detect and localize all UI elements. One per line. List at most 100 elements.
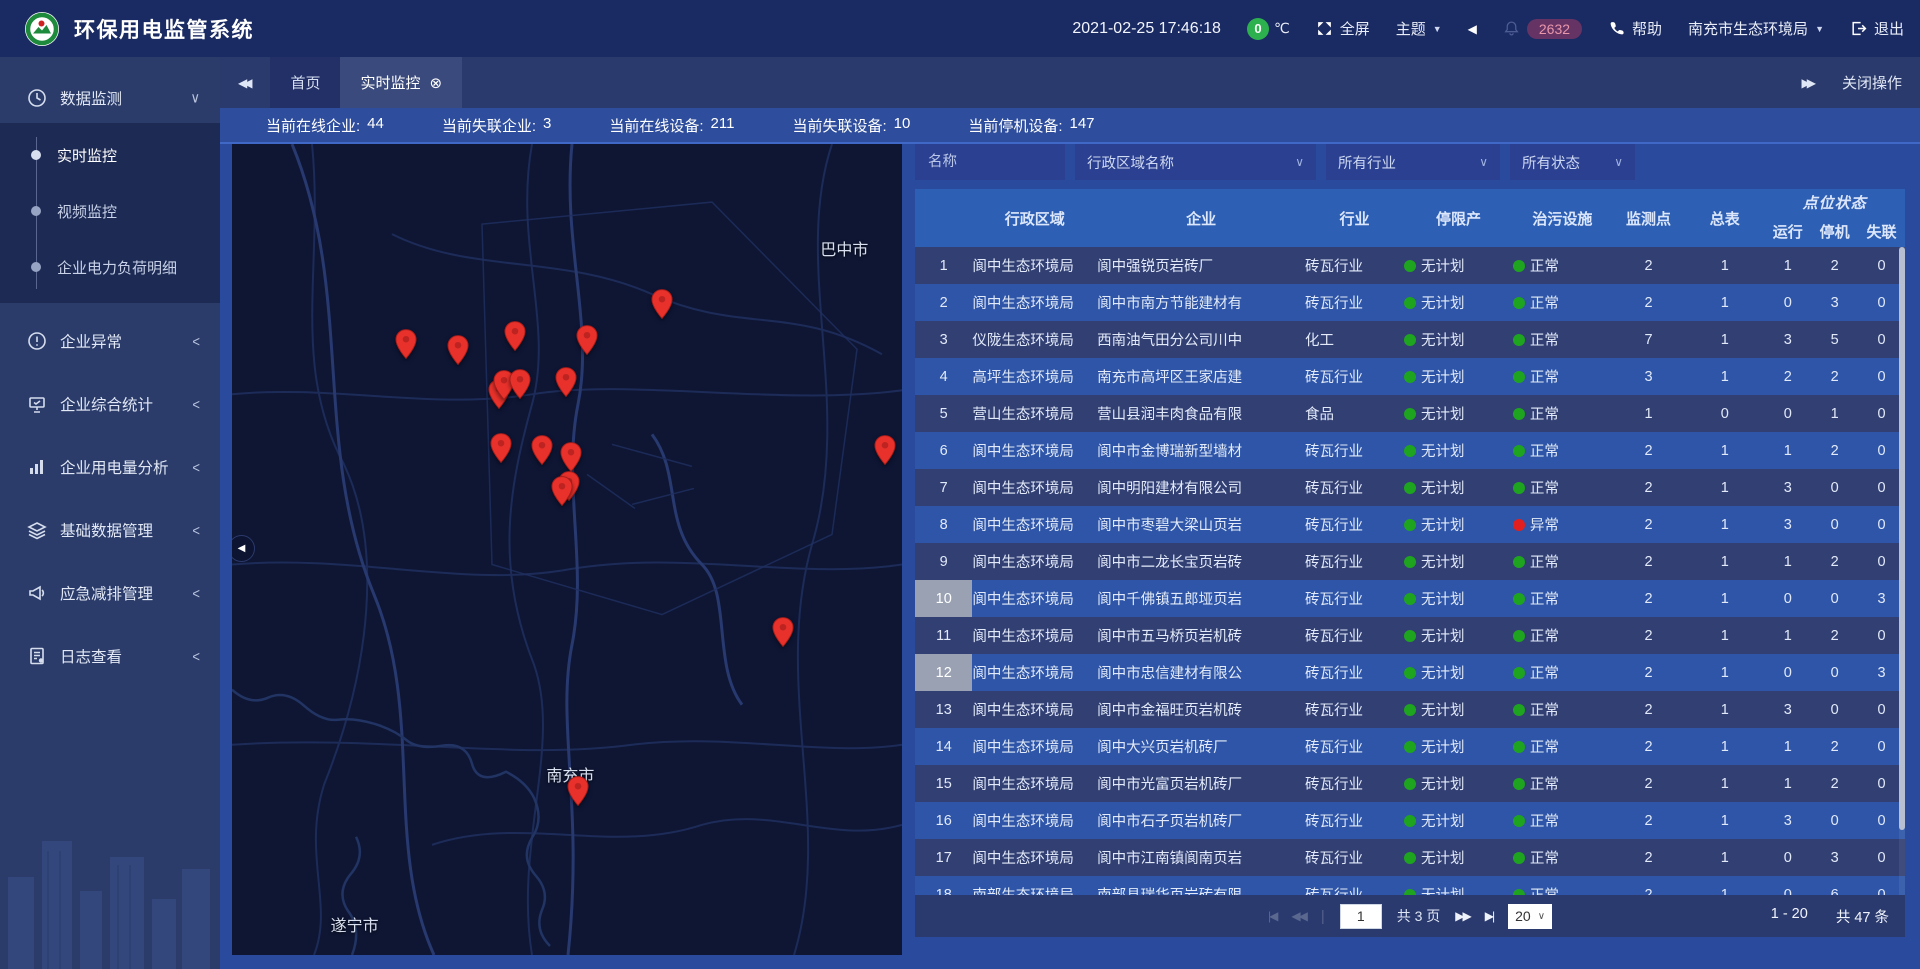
chevron-down-icon: ∨ [190, 89, 200, 107]
cell-monitor: 3 [1612, 358, 1685, 395]
table-row[interactable]: 3仪陇生态环境局西南油气田分公司川中化工无计划正常71350 [915, 321, 1905, 358]
cell-region: 阆中生态环境局 [972, 247, 1097, 284]
tab-实时监控[interactable]: 实时监控⊗ [340, 57, 462, 108]
table-row[interactable]: 1阆中生态环境局阆中强锐页岩砖厂砖瓦行业无计划正常21120 [915, 247, 1905, 284]
industry-select[interactable]: 所有行业 ∨ [1326, 144, 1500, 180]
sidebar-item-企业异常[interactable]: 企业异常< [0, 316, 220, 366]
voice-toggle-button[interactable]: ◀ [1468, 22, 1477, 36]
table-row[interactable]: 15阆中生态环境局阆中市光富页岩机砖厂砖瓦行业无计划正常21120 [915, 765, 1905, 802]
next-page-button[interactable]: ▶▶ [1455, 909, 1469, 923]
table-row[interactable]: 10阆中生态环境局阆中千佛镇五郎垭页岩砖瓦行业无计划正常21003 [915, 580, 1905, 617]
cell-industry: 砖瓦行业 [1305, 839, 1404, 876]
sidebar-subitem-label: 视频监控 [57, 201, 117, 222]
close-operations-button[interactable]: 关闭操作 [1842, 72, 1902, 93]
map-panel[interactable]: 巴中市南充市遂宁市 ◀ [232, 144, 902, 955]
stat-item: 当前在线设备:211 [609, 115, 734, 136]
fullscreen-button[interactable]: 全屏 [1316, 18, 1370, 39]
tabs-scroll-right-icon[interactable]: ▶▶ [1802, 76, 1818, 90]
map-pin-icon[interactable] [490, 432, 513, 464]
table-row[interactable]: 4高坪生态环境局南充市高坪区王家店建砖瓦行业无计划正常31220 [915, 358, 1905, 395]
sidebar-item-基础数据管理[interactable]: 基础数据管理< [0, 505, 220, 555]
table-row[interactable]: 9阆中生态环境局阆中市二龙长宝页岩砖砖瓦行业无计划正常21120 [915, 543, 1905, 580]
sidebar-item-企业综合统计[interactable]: 企业综合统计< [0, 379, 220, 429]
map-pin-icon[interactable] [503, 320, 526, 352]
scrollbar-thumb[interactable] [1899, 247, 1905, 830]
user-dropdown[interactable]: 南充市生态环境局 ▼ [1688, 18, 1824, 39]
page-number-input[interactable] [1340, 904, 1382, 929]
page-size-select[interactable]: 20 ∨ [1508, 904, 1552, 929]
table-scrollbar[interactable] [1899, 247, 1905, 895]
table-row[interactable]: 17阆中生态环境局阆中市江南镇阆南页岩砖瓦行业无计划正常21030 [915, 839, 1905, 876]
chevron-down-icon: ∨ [1479, 155, 1488, 169]
table-row[interactable]: 6阆中生态环境局阆中市金博瑞新型墙材砖瓦行业无计划正常21120 [915, 432, 1905, 469]
map-pin-icon[interactable] [509, 368, 532, 400]
sidebar-item-数据监测[interactable]: 数据监测∨ [0, 73, 220, 123]
cell-meter: 1 [1685, 469, 1764, 506]
status-text: 正常 [1530, 403, 1559, 424]
map-pin-icon[interactable] [555, 366, 578, 398]
notification-area[interactable]: 2632 [1503, 19, 1582, 39]
log-icon [27, 646, 47, 666]
table-row[interactable]: 11阆中生态环境局阆中市五马桥页岩机砖砖瓦行业无计划正常21120 [915, 617, 1905, 654]
help-button[interactable]: 帮助 [1608, 18, 1662, 39]
map-pin-icon[interactable] [874, 434, 897, 466]
logout-button[interactable]: 退出 [1850, 18, 1904, 39]
cell-region: 营山生态环境局 [972, 395, 1097, 432]
map-pin-icon[interactable] [567, 775, 590, 807]
table-row[interactable]: 13阆中生态环境局阆中市金福旺页岩机砖砖瓦行业无计划正常21300 [915, 691, 1905, 728]
cell-company: 阆中市南方节能建材有 [1097, 284, 1305, 321]
name-search-input[interactable] [915, 144, 1065, 180]
status-dot-icon [1404, 445, 1416, 457]
prev-page-button[interactable]: ◀◀ [1291, 909, 1305, 923]
status-dot-icon [1404, 519, 1416, 531]
cell-point-status: 220 [1764, 358, 1905, 395]
table-row[interactable]: 16阆中生态环境局阆中市石子页岩机砖厂砖瓦行业无计划正常21300 [915, 802, 1905, 839]
cell-region: 阆中生态环境局 [972, 580, 1097, 617]
map-pin-icon[interactable] [395, 328, 418, 360]
table-row[interactable]: 5营山生态环境局营山县润丰肉食品有限食品无计划正常10010 [915, 395, 1905, 432]
status-select[interactable]: 所有状态 ∨ [1510, 144, 1635, 180]
sidebar-subitem-视频监控[interactable]: 视频监控 [0, 183, 220, 239]
cell-region: 阆中生态环境局 [972, 802, 1097, 839]
cell-monitor: 2 [1612, 469, 1685, 506]
map-pin-icon[interactable] [772, 616, 795, 648]
table-row[interactable]: 12阆中生态环境局阆中市忠信建材有限公砖瓦行业无计划正常21003 [915, 654, 1905, 691]
map-pin-icon[interactable] [560, 441, 583, 473]
map-pin-icon[interactable] [651, 288, 674, 320]
cell-offline: 0 [1858, 443, 1905, 459]
cell-monitor: 2 [1612, 802, 1685, 839]
map-pin-icon[interactable] [550, 475, 573, 507]
cell-point-status: 010 [1764, 395, 1905, 432]
sidebar-item-企业用电量分析[interactable]: 企业用电量分析< [0, 442, 220, 492]
last-page-button[interactable]: ▶| [1485, 909, 1493, 923]
first-page-button[interactable]: |◀ [1268, 909, 1276, 923]
cell-run: 1 [1764, 739, 1811, 755]
chevron-down-icon: ∨ [1295, 155, 1304, 169]
table-row[interactable]: 7阆中生态环境局阆中明阳建材有限公司砖瓦行业无计划正常21300 [915, 469, 1905, 506]
table-row[interactable]: 14阆中生态环境局阆中大兴页岩机砖厂砖瓦行业无计划正常21120 [915, 728, 1905, 765]
cell-halt: 2 [1811, 369, 1858, 385]
cell-index: 6 [915, 432, 972, 469]
logout-label: 退出 [1874, 18, 1904, 39]
cell-index: 4 [915, 358, 972, 395]
tab-close-icon[interactable]: ⊗ [430, 74, 443, 92]
tab-label: 首页 [290, 72, 320, 93]
tab-首页[interactable]: 首页 [270, 57, 340, 108]
sidebar-item-日志查看[interactable]: 日志查看< [0, 631, 220, 681]
tabs-scroll-left-icon[interactable]: ◀◀ [238, 76, 254, 90]
map-pin-icon[interactable] [576, 324, 599, 356]
sidebar-subitem-实时监控[interactable]: 实时监控 [0, 127, 220, 183]
status-text: 正常 [1530, 477, 1559, 498]
theme-dropdown[interactable]: 主题 ▼ [1396, 18, 1442, 39]
table-row[interactable]: 8阆中生态环境局阆中市枣碧大梁山页岩砖瓦行业无计划异常21300 [915, 506, 1905, 543]
region-select[interactable]: 行政区域名称 ∨ [1075, 144, 1316, 180]
table-row[interactable]: 2阆中生态环境局阆中市南方节能建材有砖瓦行业无计划正常21030 [915, 284, 1905, 321]
table-row[interactable]: 18南部生态环境局南部县瑞华页岩砖有限砖瓦行业无计划正常21060 [915, 876, 1905, 895]
map-pin-icon[interactable] [447, 334, 470, 366]
map-pin-icon[interactable] [531, 434, 554, 466]
stat-item: 当前在线企业:44 [266, 115, 384, 136]
stat-value: 211 [711, 115, 735, 136]
sidebar-subitem-企业电力负荷明细[interactable]: 企业电力负荷明细 [0, 239, 220, 295]
sidebar-item-应急减排管理[interactable]: 应急减排管理< [0, 568, 220, 618]
cell-index: 14 [915, 728, 972, 765]
